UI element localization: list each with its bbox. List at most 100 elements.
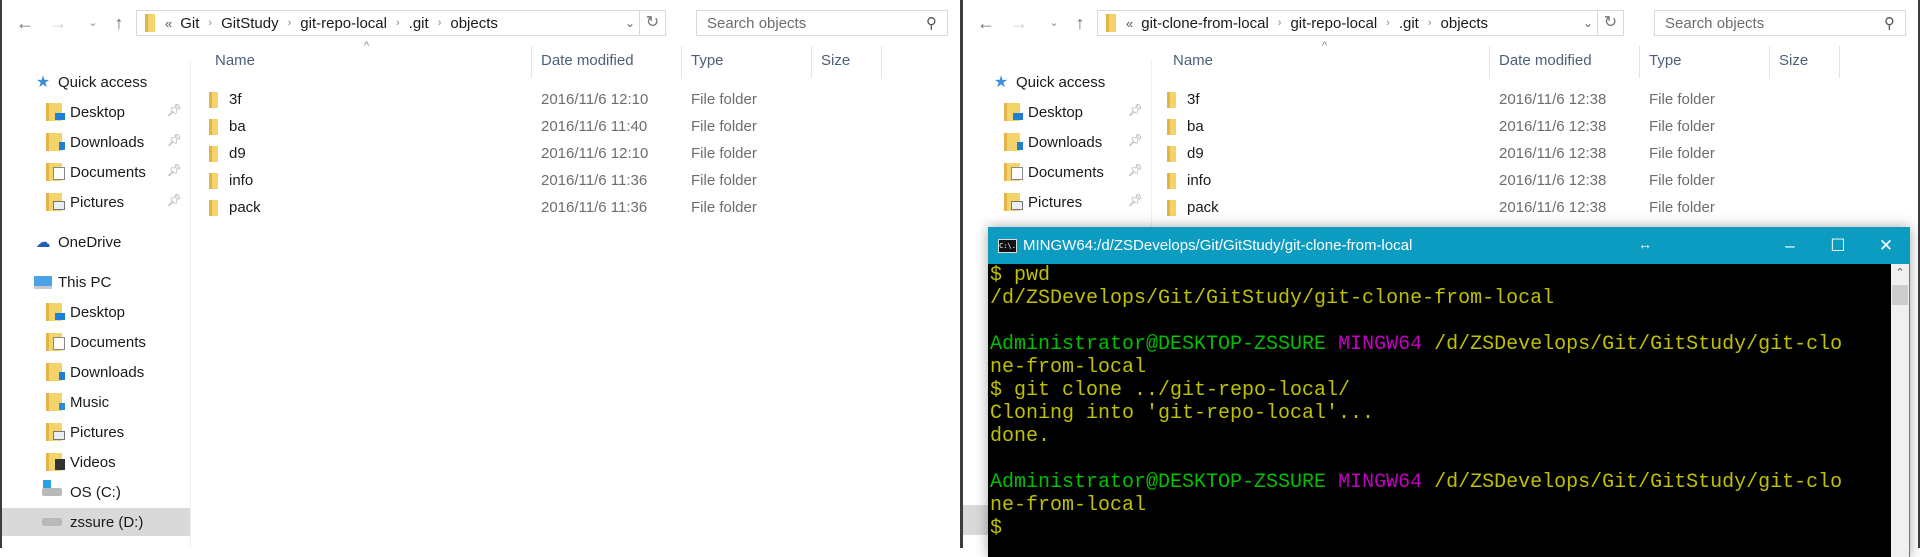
sidebar-item-downloads[interactable]: Downloads 📌︎ [2,128,190,156]
address-bar[interactable]: « git-clone-from-local › git-repo-local … [1097,10,1624,36]
breadcrumb-chevron-icon[interactable]: › [396,17,400,29]
breadcrumb-overflow-icon[interactable]: « [165,16,172,31]
breadcrumb-objects[interactable]: objects [450,15,498,32]
search-input[interactable]: Search objects ⚲ [696,10,948,36]
search-input[interactable]: Search objects ⚲ [1654,10,1906,36]
recent-locations-chevron-icon[interactable]: ⌄ [1043,12,1065,34]
sidebar-item-pc-documents[interactable]: Documents [2,328,190,356]
column-divider[interactable] [531,46,532,78]
file-row[interactable]: ba 2016/11/6 12:38 File folder [1153,116,1918,138]
sidebar-item-drive-d[interactable]: zssure (D:) [2,508,190,536]
pin-icon[interactable]: 📌︎ [1128,133,1143,147]
up-arrow-icon[interactable]: ↑ [108,12,130,34]
sidebar-item-desktop[interactable]: Desktop 📌︎ [2,98,190,126]
column-header-type[interactable]: Type [691,48,724,74]
column-divider[interactable] [1839,46,1840,78]
breadcrumb-git-repo-local[interactable]: git-repo-local [1290,15,1377,32]
breadcrumb-chevron-icon[interactable]: › [1428,17,1432,29]
pin-icon[interactable]: 📌︎ [167,103,182,117]
breadcrumb-chevron-icon[interactable]: › [1278,17,1282,29]
file-row[interactable]: pack 2016/11/6 11:36 File folder [192,197,960,219]
recent-locations-chevron-icon[interactable]: ⌄ [82,12,104,34]
breadcrumb-git-repo-local[interactable]: git-repo-local [300,15,387,32]
back-arrow-icon[interactable]: ← [975,12,997,34]
file-row[interactable]: 3f 2016/11/6 12:38 File folder [1153,89,1918,111]
breadcrumb-dot-git[interactable]: .git [409,15,429,32]
terminal-scrollbar[interactable]: ⌃ [1891,264,1910,557]
file-row[interactable]: pack 2016/11/6 12:38 File folder [1153,197,1918,219]
search-icon[interactable]: ⚲ [926,14,937,32]
pin-icon[interactable]: 📌︎ [1128,163,1143,177]
sidebar-item-onedrive[interactable]: ☁ OneDrive [2,228,190,256]
column-header-size[interactable]: Size [821,48,850,74]
close-button[interactable]: ✕ [1862,227,1910,264]
forward-arrow-icon[interactable]: → [47,12,69,34]
file-row[interactable]: d9 2016/11/6 12:38 File folder [1153,143,1918,165]
column-header-name[interactable]: Name [215,48,255,74]
breadcrumb-chevron-icon[interactable]: › [208,17,212,29]
column-divider[interactable] [1489,46,1490,78]
sidebar-item-documents[interactable]: Documents 📌︎ [963,158,1151,186]
column-header-type[interactable]: Type [1649,48,1682,74]
column-header-size[interactable]: Size [1779,48,1808,74]
sidebar-item-documents[interactable]: Documents 📌︎ [2,158,190,186]
address-bar[interactable]: « Git › GitStudy › git-repo-local › .git… [136,10,666,36]
mingw64-terminal-window[interactable]: C:\. MINGW64:/d/ZSDevelops/Git/GitStudy/… [988,227,1910,557]
breadcrumb-objects[interactable]: objects [1441,15,1489,32]
forward-arrow-icon[interactable]: → [1008,12,1030,34]
file-row[interactable]: 3f 2016/11/6 12:10 File folder [192,89,960,111]
column-divider[interactable] [811,46,812,78]
address-dropdown-icon[interactable]: ⌄ [1579,11,1597,35]
sidebar-item-pc-downloads[interactable]: Downloads [2,358,190,386]
sidebar-item-quick-access[interactable]: ★ Quick access [963,68,1151,96]
file-row[interactable]: info 2016/11/6 12:38 File folder [1153,170,1918,192]
address-dropdown-icon[interactable]: ⌄ [621,11,639,35]
scroll-up-icon[interactable]: ⌃ [1891,266,1909,279]
breadcrumb-dot-git[interactable]: .git [1399,15,1419,32]
sidebar-item-pc-pictures[interactable]: Pictures [2,418,190,446]
sidebar-item-pc-desktop[interactable]: Desktop [2,298,190,326]
column-divider[interactable] [1639,46,1640,78]
file-row[interactable]: ba 2016/11/6 11:40 File folder [192,116,960,138]
sidebar-item-this-pc[interactable]: This PC [2,268,190,296]
pin-icon[interactable]: 📌︎ [1128,193,1143,207]
refresh-icon[interactable]: ↻ [1597,11,1623,35]
minimize-button[interactable]: – [1766,227,1814,264]
refresh-icon[interactable]: ↻ [639,11,665,35]
pin-icon[interactable]: 📌︎ [167,163,182,177]
column-header-name[interactable]: Name [1173,48,1213,74]
search-icon[interactable]: ⚲ [1884,14,1895,32]
sidebar-item-desktop[interactable]: Desktop 📌︎ [963,98,1151,126]
back-arrow-icon[interactable]: ← [14,12,36,34]
column-header-date-modified[interactable]: Date modified [1499,48,1592,74]
sidebar-item-downloads[interactable]: Downloads 📌︎ [963,128,1151,156]
column-header-date-modified[interactable]: Date modified [541,48,634,74]
terminal-output[interactable]: $ pwd/d/ZSDevelops/Git/GitStudy/git-clon… [988,264,1892,557]
column-divider[interactable] [1769,46,1770,78]
column-divider[interactable] [881,46,882,78]
breadcrumb-gitstudy[interactable]: GitStudy [221,15,279,32]
breadcrumb-git[interactable]: Git [180,15,199,32]
breadcrumb-git-clone-from-local[interactable]: git-clone-from-local [1141,15,1269,32]
sidebar-item-drive-c[interactable]: OS (C:) [2,478,190,506]
breadcrumb-overflow-icon[interactable]: « [1126,16,1133,31]
scrollbar-thumb[interactable] [1892,285,1908,305]
column-divider[interactable] [681,46,682,78]
sidebar-item-quick-access[interactable]: ★ Quick access [2,68,190,96]
sidebar-item-videos[interactable]: Videos [2,448,190,476]
terminal-text-segment: MINGW64 [1326,333,1423,356]
breadcrumb-chevron-icon[interactable]: › [288,17,292,29]
sidebar-item-pictures[interactable]: Pictures 📌︎ [963,188,1151,216]
terminal-title-bar[interactable]: C:\. MINGW64:/d/ZSDevelops/Git/GitStudy/… [988,227,1910,264]
up-arrow-icon[interactable]: ↑ [1069,12,1091,34]
file-row[interactable]: d9 2016/11/6 12:10 File folder [192,143,960,165]
sidebar-item-music[interactable]: Music [2,388,190,416]
breadcrumb-chevron-icon[interactable]: › [438,17,442,29]
pin-icon[interactable]: 📌︎ [1128,103,1143,117]
pin-icon[interactable]: 📌︎ [167,193,182,207]
pin-icon[interactable]: 📌︎ [167,133,182,147]
file-row[interactable]: info 2016/11/6 11:36 File folder [192,170,960,192]
maximize-button[interactable]: ☐ [1814,227,1862,264]
breadcrumb-chevron-icon[interactable]: › [1386,17,1390,29]
sidebar-item-pictures[interactable]: Pictures 📌︎ [2,188,190,216]
